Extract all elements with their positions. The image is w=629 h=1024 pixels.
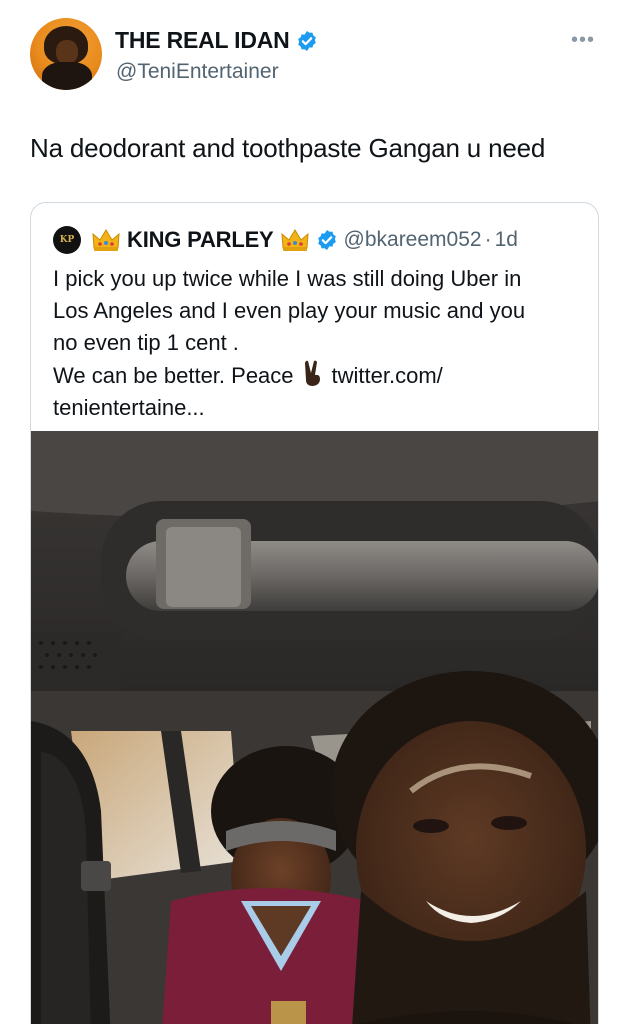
author-avatar[interactable]	[30, 18, 102, 90]
avatar-face	[56, 40, 78, 64]
quoted-text-line: I pick you up twice while I was still do…	[53, 266, 522, 291]
quoted-tweet-time[interactable]: 1d	[495, 228, 518, 252]
tweet: THE REAL IDAN @TeniEntertainer ••• Na de…	[0, 0, 629, 1024]
author-display-name[interactable]: THE REAL IDAN	[115, 27, 318, 54]
quoted-author-handle[interactable]: @bkareem052	[344, 228, 482, 252]
quoted-text-line-part: We can be better. Peace	[53, 363, 294, 388]
author-handle[interactable]: @TeniEntertainer	[116, 60, 279, 84]
avatar-body	[42, 62, 92, 90]
more-horizontal-icon[interactable]: •••	[571, 30, 595, 50]
quoted-text-line: Los Angeles and I even play your music a…	[53, 298, 526, 323]
quoted-tweet-text: I pick you up twice while I was still do…	[53, 263, 583, 424]
quoted-author-name[interactable]: KING PARLEY	[127, 227, 274, 253]
quoted-tweet-media[interactable]	[31, 431, 598, 1024]
victory-hand-emoji-icon	[304, 360, 320, 386]
quoted-tweet-header: KP KING PARLEY @bkareem052 · 1d	[53, 225, 518, 255]
verified-badge-icon	[297, 30, 316, 51]
selfie-photo	[31, 431, 598, 1024]
tweet-text: Na deodorant and toothpaste Gangan u nee…	[30, 133, 546, 163]
quoted-tweet[interactable]: KP KING PARLEY @bkareem052 · 1d I pick y…	[30, 202, 599, 1024]
author-name-text: THE REAL IDAN	[115, 27, 290, 53]
crown-emoji-icon	[92, 229, 120, 251]
quoted-text-line: no even tip 1 cent .	[53, 330, 239, 355]
crown-emoji-icon	[280, 229, 309, 251]
quoted-text-line: We can be better. Peace twitter.com/	[53, 359, 583, 392]
quoted-link[interactable]: twitter.com/	[332, 363, 443, 388]
time-separator: ·	[484, 228, 492, 251]
quoted-link-continued[interactable]: tenientertaine...	[53, 392, 583, 424]
quoted-author-avatar[interactable]: KP	[53, 226, 81, 254]
verified-badge-icon	[317, 230, 336, 250]
